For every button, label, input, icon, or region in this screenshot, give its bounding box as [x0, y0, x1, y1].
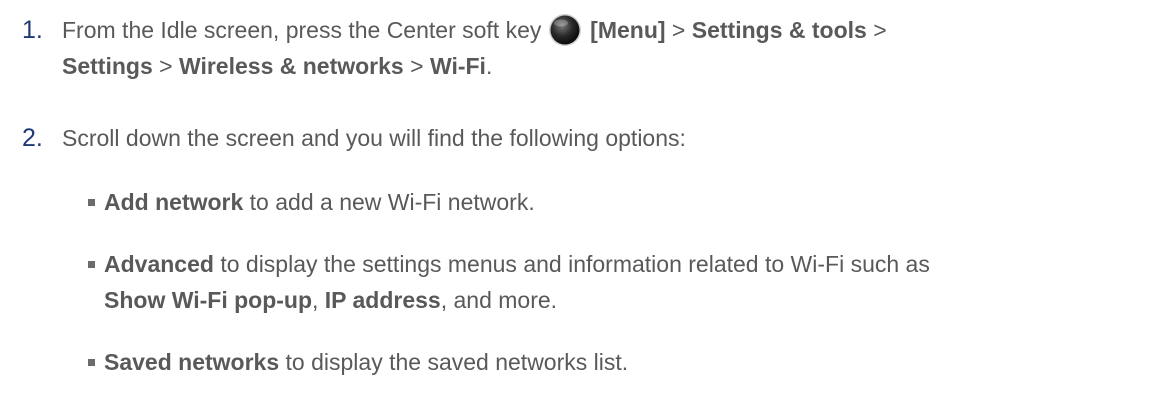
instruction-text: From the Idle screen, press the Center s…	[62, 17, 548, 43]
center-soft-key-icon	[548, 13, 581, 46]
separator: >	[152, 53, 179, 79]
option-desc: to display the saved networks list.	[279, 349, 629, 375]
option-text: Add network to add a new Wi-Fi network.	[104, 184, 1159, 220]
option-term: Advanced	[104, 251, 214, 277]
option-desc: to display the settings menus and inform…	[213, 251, 930, 277]
period: .	[485, 53, 493, 79]
wireless-networks-label: Wireless & networks	[178, 53, 404, 79]
instruction-text: Scroll down the screen and you will find…	[62, 125, 686, 151]
separator: >	[403, 53, 430, 79]
separator: ,	[312, 287, 325, 313]
option-text: Saved networks to display the saved netw…	[104, 344, 1159, 380]
option-term: Add network	[104, 189, 244, 215]
settings-label: Settings	[62, 53, 153, 79]
separator: >	[665, 17, 692, 43]
step-number: 2.	[22, 124, 43, 152]
wifi-label: Wi-Fi	[429, 53, 486, 79]
bullet-icon	[88, 199, 95, 206]
separator: >	[866, 17, 887, 43]
step-2-text: Scroll down the screen and you will find…	[62, 120, 1152, 156]
option-term: Show Wi-Fi pop-up	[104, 287, 313, 313]
settings-tools-label: Settings & tools	[691, 17, 867, 43]
option-text: Advanced to display the settings menus a…	[104, 246, 1159, 318]
step-1-text: From the Idle screen, press the Center s…	[62, 12, 1152, 84]
option-desc: to add a new Wi-Fi network.	[243, 189, 535, 215]
step-number: 1.	[22, 16, 43, 44]
bullet-icon	[88, 359, 95, 366]
bullet-icon	[88, 261, 95, 268]
option-term: IP address	[324, 287, 441, 313]
option-term: Saved networks	[104, 349, 280, 375]
menu-key-label: [Menu]	[590, 17, 666, 43]
option-desc: , and more.	[440, 287, 558, 313]
